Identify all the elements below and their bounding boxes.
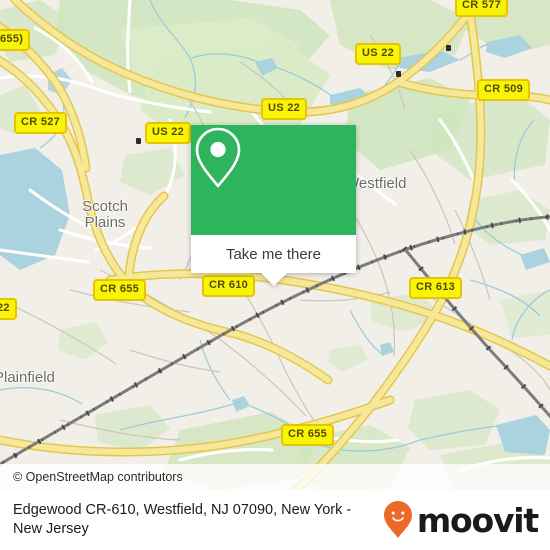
place-label-plainfield: Plainfield	[0, 369, 55, 386]
popup-header	[191, 125, 356, 235]
location-popup-card[interactable]: Take me there	[191, 125, 356, 286]
shield-us-22-center: US 22	[261, 98, 308, 120]
map-attribution-bar: © OpenStreetMap contributors	[0, 464, 550, 490]
take-me-there-button[interactable]: Take me there	[191, 235, 356, 286]
shield-cr-655-south: CR 655	[281, 424, 335, 446]
shield-us-22-north: US 22	[355, 43, 402, 65]
popup-pointer-tail	[260, 273, 287, 286]
map-pin-icon	[195, 127, 241, 188]
take-me-there-label: Take me there	[225, 245, 322, 263]
place-label-scotch-plains: Scotch Plains	[82, 198, 128, 231]
footer-bar: Edgewood CR-610, Westfield, NJ 07090, Ne…	[0, 490, 550, 550]
shield-cr-509: CR 509	[477, 79, 531, 101]
shield-cr-613: CR 613	[409, 277, 463, 299]
map-canvas[interactable]: Scotch Plains Westfield Plainfield 655) C…	[0, 0, 550, 490]
shield-cr-527: CR 527	[14, 112, 68, 134]
shield-cr-610: CR 610	[202, 275, 256, 297]
moovit-logo[interactable]: moovit	[383, 500, 539, 540]
shield-cr-655-topleft: 655)	[0, 29, 31, 51]
screenshot-root: Scotch Plains Westfield Plainfield 655) C…	[0, 0, 550, 550]
moovit-pin-smiley-icon	[383, 501, 412, 538]
location-title: Edgewood CR-610, Westfield, NJ 07090, Ne…	[13, 502, 352, 537]
shield-cr-577: CR 577	[455, 0, 509, 17]
shield-cr-655-mid: CR 655	[93, 279, 147, 301]
attribution-text: © OpenStreetMap contributors	[13, 470, 183, 484]
moovit-wordmark: moovit	[416, 500, 539, 540]
shield-us-22-westedge: 22	[0, 298, 17, 320]
shield-us-22-west: US 22	[145, 122, 192, 144]
